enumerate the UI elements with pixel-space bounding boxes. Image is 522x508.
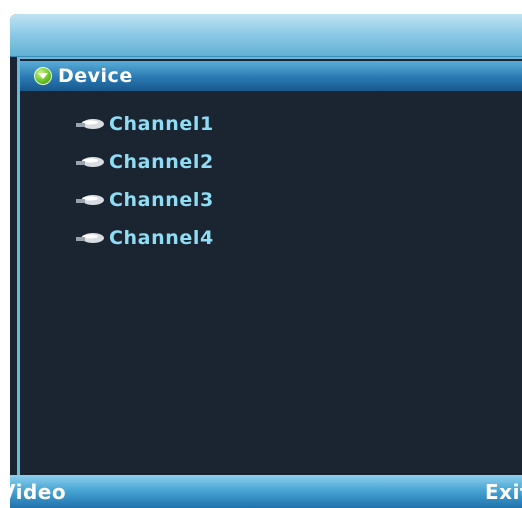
device-tree: Device Channel1 Channel2 Channel3 Channe… bbox=[17, 57, 522, 475]
tree-node-channel3[interactable]: Channel3 bbox=[75, 185, 214, 215]
exit-softkey-button[interactable]: Exit bbox=[485, 480, 522, 504]
device-screen: Device Channel1 Channel2 Channel3 Channe… bbox=[10, 14, 522, 508]
tree-node-channel1[interactable]: Channel1 bbox=[75, 109, 214, 139]
tree-node-channel2[interactable]: Channel2 bbox=[75, 147, 214, 177]
camera-icon bbox=[76, 195, 104, 205]
channel-label: Channel3 bbox=[109, 189, 214, 211]
title-bar bbox=[10, 14, 522, 57]
softkey-bar: Video Exit bbox=[10, 475, 522, 508]
camera-icon bbox=[76, 233, 104, 243]
expand-circle-icon[interactable] bbox=[34, 67, 52, 85]
channel-label: Channel4 bbox=[109, 227, 214, 249]
tree-node-channel4[interactable]: Channel4 bbox=[75, 223, 214, 253]
video-softkey-button[interactable]: Video bbox=[10, 480, 66, 504]
channel-label: Channel2 bbox=[109, 151, 214, 173]
tree-node-device[interactable]: Device bbox=[20, 61, 522, 91]
tree-node-label: Device bbox=[58, 65, 133, 87]
camera-icon bbox=[76, 157, 104, 167]
camera-icon bbox=[76, 119, 104, 129]
channel-label: Channel1 bbox=[109, 113, 214, 135]
